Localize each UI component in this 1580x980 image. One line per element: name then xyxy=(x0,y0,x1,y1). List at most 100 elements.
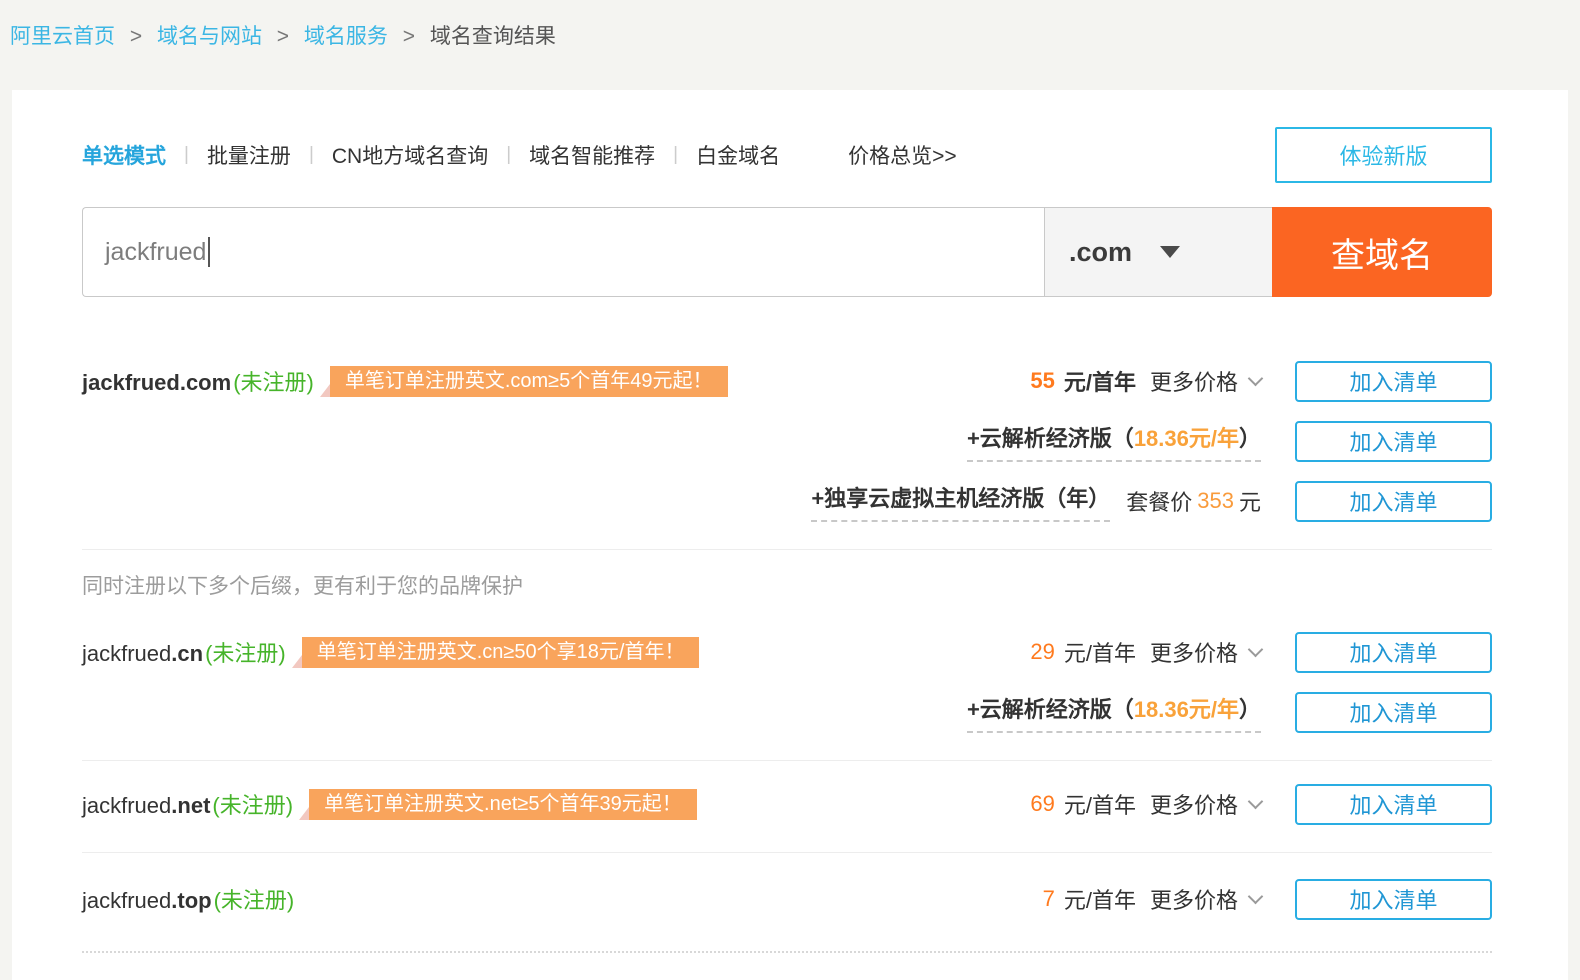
price-unit: 元/首年 xyxy=(1064,365,1136,397)
addon-label[interactable]: +独享云虚拟主机经济版（年） xyxy=(811,481,1110,522)
chevron-down-icon[interactable] xyxy=(1248,370,1264,386)
domain-prefix: jackfrued xyxy=(82,888,171,913)
addon-name-suffix: ） xyxy=(1239,697,1261,722)
breadcrumb-current-page: 域名查询结果 xyxy=(430,25,556,48)
chevron-down-icon[interactable] xyxy=(1248,641,1264,657)
addon-cell: +云解析经济版（18.36元/年） xyxy=(967,692,1261,733)
add-to-list-button[interactable]: 加入清单 xyxy=(1295,879,1492,920)
status-badge: (未注册) xyxy=(205,641,286,666)
breadcrumb-separator: > xyxy=(403,25,415,48)
price-cell: 7 元/首年 更多价格 xyxy=(1043,883,1261,915)
addon-name-suffix: ） xyxy=(1239,426,1261,451)
tab-batch-register[interactable]: 批量注册 xyxy=(207,140,291,170)
tab-separator: | xyxy=(506,144,511,166)
price-unit: 元/首年 xyxy=(1064,883,1136,915)
results-list: jackfrued.com(未注册) 单笔订单注册英文.com≥5个首年49元起… xyxy=(82,351,1492,953)
addon-price: 18.36元/年 xyxy=(1134,426,1239,451)
price-cell: 29 元/首年 更多价格 xyxy=(1030,636,1261,668)
try-new-version-button[interactable]: 体验新版 xyxy=(1275,127,1492,183)
breadcrumb-link-domain-service[interactable]: 域名服务 xyxy=(304,25,388,48)
breadcrumb-separator: > xyxy=(277,25,289,48)
more-prices-link[interactable]: 更多价格 xyxy=(1150,883,1238,915)
status-badge: (未注册) xyxy=(233,370,314,395)
domain-prefix: jackfrued xyxy=(82,641,171,666)
domain-tld: .top xyxy=(171,888,211,913)
add-to-list-button[interactable]: 加入清单 xyxy=(1295,632,1492,673)
text-cursor xyxy=(208,237,210,267)
add-to-list-button[interactable]: 加入清单 xyxy=(1295,784,1492,825)
price-cell: 69 元/首年 更多价格 xyxy=(1030,788,1261,820)
search-input[interactable]: jackfrued xyxy=(82,207,1044,297)
addon-cell: +云解析经济版（18.36元/年） xyxy=(967,421,1261,462)
add-to-list-button[interactable]: 加入清单 xyxy=(1295,481,1492,522)
add-to-list-button[interactable]: 加入清单 xyxy=(1295,361,1492,402)
promo-text: 单笔订单注册英文.cn≥50个享18元/首年！ xyxy=(317,641,685,663)
result-row-cn: jackfrued.cn(未注册) 单笔订单注册英文.cn≥50个享18元/首年… xyxy=(82,622,1492,682)
more-prices-link[interactable]: 更多价格 xyxy=(1150,365,1238,397)
price-value: 29 xyxy=(1030,639,1054,665)
mode-tabs: 单选模式 | 批量注册 | CN地方域名查询 | 域名智能推荐 | 白金域名 价… xyxy=(82,140,957,170)
tab-cn-local-domain-query[interactable]: CN地方域名查询 xyxy=(332,140,488,170)
price-unit: 元/首年 xyxy=(1064,788,1136,820)
addon-name: +云解析经济版（ xyxy=(967,697,1134,722)
result-row-top: jackfrued.top(未注册) 7 元/首年 更多价格 加入清单 xyxy=(82,869,1492,929)
tab-separator: | xyxy=(309,144,314,166)
result-row-com: jackfrued.com(未注册) 单笔订单注册英文.com≥5个首年49元起… xyxy=(82,351,1492,411)
domain-name: jackfrued.com(未注册) xyxy=(82,365,314,397)
more-prices-link[interactable]: 更多价格 xyxy=(1150,788,1238,820)
tld-select-dropdown[interactable]: .com xyxy=(1044,207,1272,297)
tab-separator: | xyxy=(184,144,189,166)
price-overview-link[interactable]: 价格总览>> xyxy=(848,140,957,170)
package-price-label: 套餐价 xyxy=(1126,485,1192,517)
addon-row-dns: +云解析经济版（18.36元/年） 加入清单 xyxy=(82,682,1492,742)
addon-cell: +独享云虚拟主机经济版（年） 套餐价 353 元 xyxy=(811,481,1261,522)
more-prices-link[interactable]: 更多价格 xyxy=(1150,636,1238,668)
domain-prefix: jackfrued xyxy=(82,793,171,818)
tabs-row: 单选模式 | 批量注册 | CN地方域名查询 | 域名智能推荐 | 白金域名 价… xyxy=(82,127,1492,183)
domain-tld: .net xyxy=(171,793,210,818)
domain-prefix: jackfrued xyxy=(82,370,180,395)
brand-protection-hint: 同时注册以下多个后缀，更有利于您的品牌保护 xyxy=(82,570,1492,600)
domain-name: jackfrued.top(未注册) xyxy=(82,883,294,915)
chevron-down-icon[interactable] xyxy=(1248,793,1264,809)
result-row-net: jackfrued.net(未注册) 单笔订单注册英文.net≥5个首年39元起… xyxy=(82,774,1492,834)
tab-platinum-domain[interactable]: 白金域名 xyxy=(696,140,780,170)
breadcrumb-link-domain-website[interactable]: 域名与网站 xyxy=(157,25,262,48)
domain-tld: .cn xyxy=(171,641,203,666)
domain-tld: .com xyxy=(180,370,231,395)
tld-selected-value: .com xyxy=(1069,237,1132,268)
chevron-down-icon[interactable] xyxy=(1248,888,1264,904)
section-divider xyxy=(82,852,1492,853)
search-domain-button[interactable]: 查域名 xyxy=(1272,207,1492,297)
price-unit: 元/首年 xyxy=(1064,636,1136,668)
price-value: 7 xyxy=(1043,886,1055,912)
domain-name: jackfrued.cn(未注册) xyxy=(82,636,286,668)
breadcrumb-link-aliyun-home[interactable]: 阿里云首页 xyxy=(10,25,115,48)
dotted-divider xyxy=(82,951,1492,953)
add-to-list-button[interactable]: 加入清单 xyxy=(1295,692,1492,733)
price-cell: 55 元/首年 更多价格 xyxy=(1030,365,1261,397)
addon-price: 18.36元/年 xyxy=(1134,697,1239,722)
section-divider xyxy=(82,549,1492,550)
promo-badge: 单笔订单注册英文.net≥5个首年39元起！ xyxy=(309,789,697,820)
breadcrumb-separator: > xyxy=(130,25,142,48)
promo-badge: 单笔订单注册英文.cn≥50个享18元/首年！ xyxy=(302,637,700,668)
tab-separator: | xyxy=(673,144,678,166)
section-divider xyxy=(82,760,1492,761)
breadcrumb: 阿里云首页 > 域名与网站 > 域名服务 > 域名查询结果 xyxy=(10,20,556,50)
tab-single-select-mode[interactable]: 单选模式 xyxy=(82,140,166,170)
price-value: 69 xyxy=(1030,791,1054,817)
add-to-list-button[interactable]: 加入清单 xyxy=(1295,421,1492,462)
status-badge: (未注册) xyxy=(214,888,295,913)
promo-text: 单笔订单注册英文.com≥5个首年49元起！ xyxy=(345,370,713,392)
addon-label[interactable]: +云解析经济版（18.36元/年） xyxy=(967,421,1261,462)
domain-name: jackfrued.net(未注册) xyxy=(82,788,293,820)
tab-smart-recommend[interactable]: 域名智能推荐 xyxy=(529,140,655,170)
addon-name: +云解析经济版（ xyxy=(967,426,1134,451)
search-input-value: jackfrued xyxy=(105,238,206,267)
addon-label[interactable]: +云解析经济版（18.36元/年） xyxy=(967,692,1261,733)
addon-row-host: +独享云虚拟主机经济版（年） 套餐价 353 元 加入清单 xyxy=(82,471,1492,531)
search-result-card: 单选模式 | 批量注册 | CN地方域名查询 | 域名智能推荐 | 白金域名 价… xyxy=(12,90,1568,980)
domain-search-bar: jackfrued .com 查域名 xyxy=(82,207,1492,297)
status-badge: (未注册) xyxy=(212,793,293,818)
